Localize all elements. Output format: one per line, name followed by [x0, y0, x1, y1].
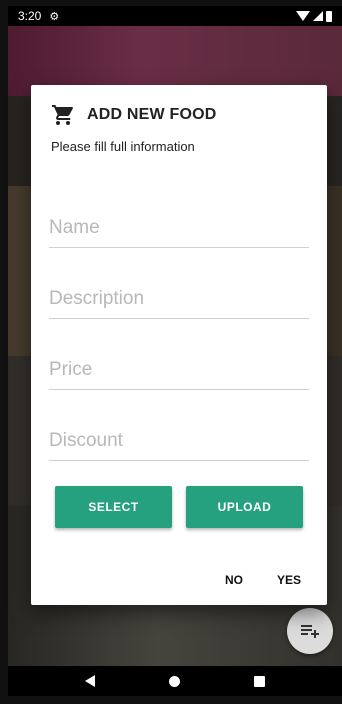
battery-icon	[326, 10, 332, 22]
status-icons	[296, 10, 332, 22]
navigation-bar	[8, 666, 342, 696]
add-to-list-icon	[301, 625, 319, 638]
discount-input[interactable]	[49, 421, 309, 461]
status-bar: 3:20 ⚙	[8, 6, 342, 26]
name-input[interactable]	[49, 208, 309, 248]
add-food-fab[interactable]	[287, 608, 333, 654]
upload-image-button[interactable]: UPLOAD	[186, 486, 303, 528]
status-time: 3:20	[18, 9, 42, 23]
wifi-icon	[296, 11, 310, 21]
dialog-subtitle: Please fill full information	[51, 139, 195, 154]
description-input[interactable]	[49, 279, 309, 319]
back-icon[interactable]	[85, 675, 95, 687]
settings-icon: ⚙	[49, 10, 60, 23]
price-input[interactable]	[49, 350, 309, 390]
yes-button[interactable]: YES	[277, 573, 301, 587]
dialog-header: ADD NEW FOOD	[51, 103, 217, 127]
dialog-title: ADD NEW FOOD	[87, 106, 217, 123]
recent-apps-icon[interactable]	[254, 675, 265, 687]
home-icon[interactable]	[169, 675, 180, 687]
signal-icon	[313, 11, 323, 21]
no-button[interactable]: NO	[225, 573, 243, 587]
shopping-cart-icon	[52, 105, 73, 125]
add-food-dialog: ADD NEW FOOD Please fill full informatio…	[31, 85, 327, 605]
select-image-button[interactable]: SELECT	[55, 486, 172, 528]
